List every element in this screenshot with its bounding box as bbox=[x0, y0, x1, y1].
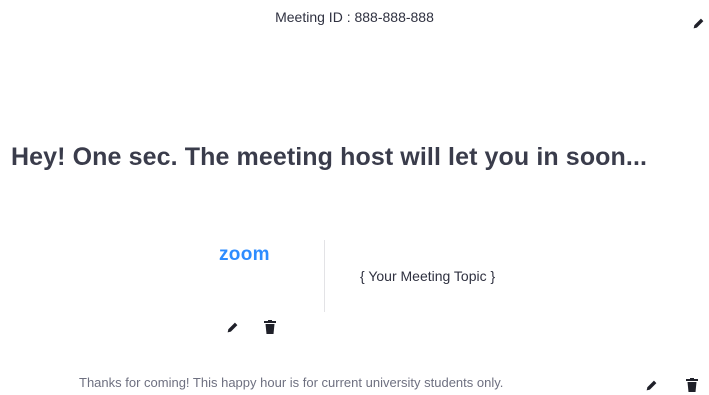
delete-logo-button[interactable] bbox=[262, 319, 278, 335]
trash-icon bbox=[264, 320, 276, 334]
edit-logo-button[interactable] bbox=[224, 319, 240, 335]
footer-message: Thanks for coming! This happy hour is fo… bbox=[79, 375, 504, 390]
waiting-room-page: Meeting ID : 888-888-888 Hey! One sec. T… bbox=[0, 0, 709, 395]
meeting-id: Meeting ID : 888-888-888 bbox=[275, 9, 434, 25]
pencil-icon bbox=[227, 322, 237, 332]
pencil-icon bbox=[646, 380, 656, 390]
edit-message-button[interactable] bbox=[643, 377, 659, 393]
brand-block: zoom { Your Meeting Topic } bbox=[0, 236, 709, 316]
delete-message-button[interactable] bbox=[684, 377, 700, 393]
edit-headline-button[interactable] bbox=[690, 15, 706, 31]
pencil-icon bbox=[693, 18, 703, 28]
zoom-logo: zoom bbox=[219, 244, 270, 265]
vertical-divider bbox=[324, 240, 325, 312]
headline-row: Hey! One sec. The meeting host will let … bbox=[0, 143, 709, 179]
waiting-headline: Hey! One sec. The meeting host will let … bbox=[11, 143, 648, 171]
trash-icon bbox=[686, 378, 698, 392]
meeting-topic: { Your Meeting Topic } bbox=[360, 268, 496, 284]
